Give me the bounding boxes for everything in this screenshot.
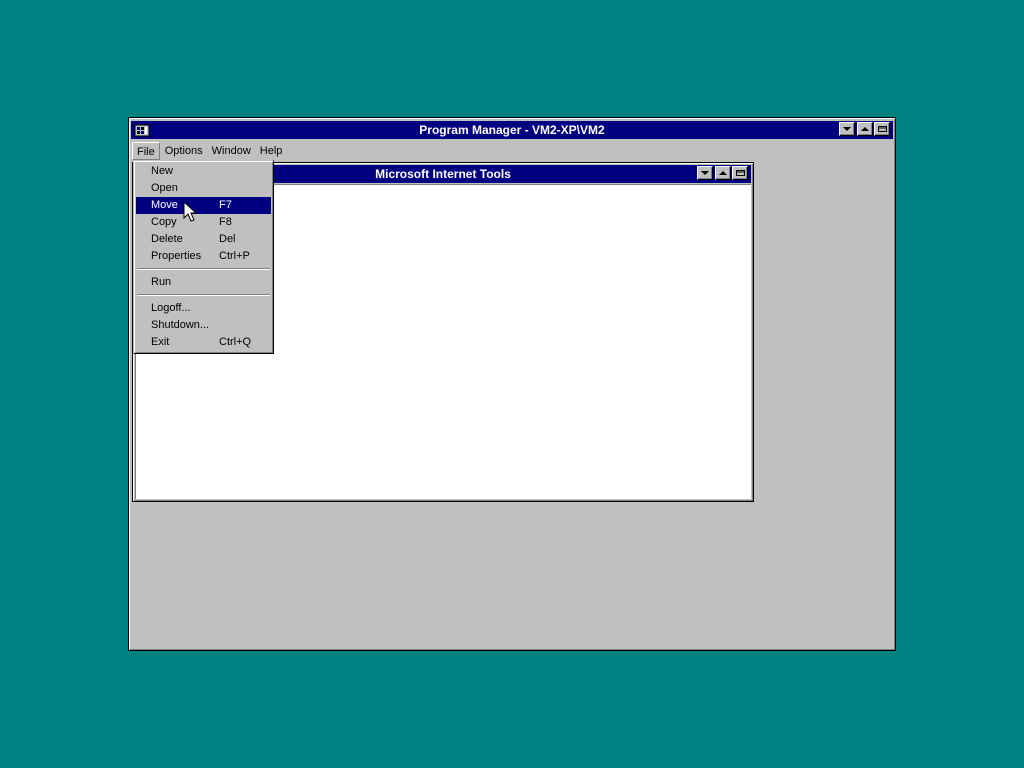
up-arrow-icon	[861, 126, 869, 132]
menu-item-shortcut: Del	[219, 233, 236, 245]
menu-item-label: Shutdown...	[151, 319, 210, 331]
menu-separator	[136, 265, 271, 274]
group-minimize-button[interactable]	[697, 166, 713, 180]
menu-help[interactable]: Help	[256, 142, 287, 160]
menu-item-shortcut: Ctrl+Q	[219, 336, 252, 348]
menu-item-logoff[interactable]: Logoff...	[136, 300, 271, 317]
menu-item-open[interactable]: Open	[136, 180, 271, 197]
menu-item-move[interactable]: Move F7	[136, 197, 271, 214]
menu-item-label: Run	[151, 276, 172, 288]
menu-item-shortcut	[219, 300, 271, 317]
menu-item-label: Open	[151, 182, 178, 194]
menu-item-shortcut	[219, 317, 271, 334]
minimize-button[interactable]	[839, 122, 855, 136]
down-arrow-icon	[701, 170, 709, 176]
menu-file[interactable]: File	[132, 142, 160, 160]
menu-item-shortcut: Ctrl+P	[219, 250, 250, 262]
maximize-button[interactable]	[857, 122, 873, 136]
system-menu-icon[interactable]	[133, 122, 151, 138]
menu-window[interactable]: Window	[208, 142, 255, 160]
group-maximize-button[interactable]	[715, 166, 731, 180]
menu-separator	[136, 291, 271, 300]
menu-item-shortcut: F8	[219, 216, 232, 228]
restore-button[interactable]	[874, 122, 890, 136]
menu-item-label: New	[151, 165, 174, 177]
menu-item-exit[interactable]: Exit Ctrl+Q	[136, 334, 271, 351]
menu-item-label: Logoff...	[151, 302, 191, 314]
menu-bar: File Options Window Help	[132, 141, 892, 161]
menu-item-shortcut	[219, 163, 271, 180]
menu-options[interactable]: Options	[161, 142, 207, 160]
menu-item-properties[interactable]: Properties Ctrl+P	[136, 248, 271, 265]
menu-item-label: Delete	[151, 233, 183, 245]
program-manager-titlebar[interactable]: Program Manager - VM2-XP\VM2	[131, 121, 893, 139]
restore-icon	[735, 170, 745, 176]
menu-item-new[interactable]: New	[136, 163, 271, 180]
restore-icon	[877, 126, 887, 132]
desktop: Program Manager - VM2-XP\VM2 File Option…	[0, 0, 1024, 768]
menu-item-run[interactable]: Run	[136, 274, 271, 291]
file-menu-dropdown: New Open Move F7 Copy F8 Delete Del Prop…	[133, 160, 274, 354]
menu-item-label: Exit	[151, 336, 170, 348]
down-arrow-icon	[843, 126, 851, 132]
menu-item-shortcut: F7	[219, 199, 232, 211]
menu-item-delete[interactable]: Delete Del	[136, 231, 271, 248]
menu-item-label: Move	[151, 199, 178, 211]
menu-item-label: Copy	[151, 216, 177, 228]
menu-item-copy[interactable]: Copy F8	[136, 214, 271, 231]
up-arrow-icon	[719, 170, 727, 176]
menu-item-shortcut	[219, 274, 271, 291]
menu-item-label: Properties	[151, 250, 202, 262]
program-manager-title: Program Manager - VM2-XP\VM2	[419, 123, 605, 137]
menu-item-shortcut	[219, 180, 271, 197]
menu-item-shutdown[interactable]: Shutdown...	[136, 317, 271, 334]
group-restore-button[interactable]	[732, 166, 748, 180]
